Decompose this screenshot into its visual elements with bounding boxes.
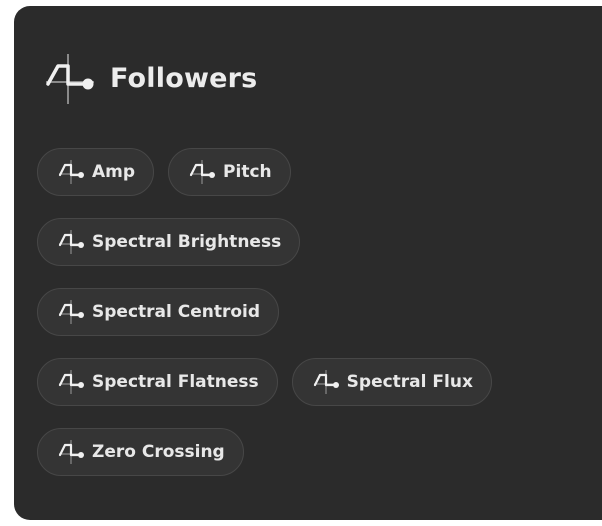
chip-spectral-flux[interactable]: Spectral Flux	[291, 358, 492, 406]
follower-chip-list: Amp Pitch Spectral Brightness Spectral C…	[37, 148, 597, 498]
panel-title: Followers	[110, 62, 258, 94]
chip-row: Spectral Flatness Spectral Flux	[37, 358, 597, 406]
chip-row: Amp Pitch	[37, 148, 597, 196]
follower-icon	[189, 160, 216, 184]
chip-label: Spectral Flux	[346, 372, 473, 392]
chip-label: Amp	[92, 162, 136, 182]
chip-spectral-brightness[interactable]: Spectral Brightness	[37, 218, 301, 266]
follower-icon	[313, 370, 339, 394]
follower-icon	[58, 230, 84, 254]
chip-spectral-flatness[interactable]: Spectral Flatness	[37, 358, 278, 406]
chip-label: Zero Crossing	[92, 442, 225, 462]
chip-amp[interactable]: Amp	[37, 148, 155, 196]
chip-label: Spectral Flatness	[92, 372, 259, 392]
chip-row: Zero Crossing	[37, 428, 597, 476]
chip-label: Spectral Centroid	[92, 302, 261, 322]
panel-header: Followers	[38, 48, 257, 108]
chip-row: Spectral Brightness	[37, 218, 597, 266]
chip-label: Pitch	[223, 162, 272, 182]
chip-pitch[interactable]: Pitch	[168, 148, 291, 196]
follower-icon	[46, 54, 94, 104]
follower-icon	[58, 440, 84, 464]
follower-icon	[58, 160, 84, 184]
chip-spectral-centroid[interactable]: Spectral Centroid	[37, 288, 280, 336]
chip-row: Spectral Centroid	[37, 288, 597, 336]
follower-icon	[58, 300, 84, 324]
followers-panel: Followers Amp Pitch Spectral Brightness …	[14, 6, 602, 520]
chip-label: Spectral Brightness	[92, 232, 282, 252]
follower-icon	[58, 370, 84, 394]
chip-zero-crossing[interactable]: Zero Crossing	[37, 428, 244, 476]
